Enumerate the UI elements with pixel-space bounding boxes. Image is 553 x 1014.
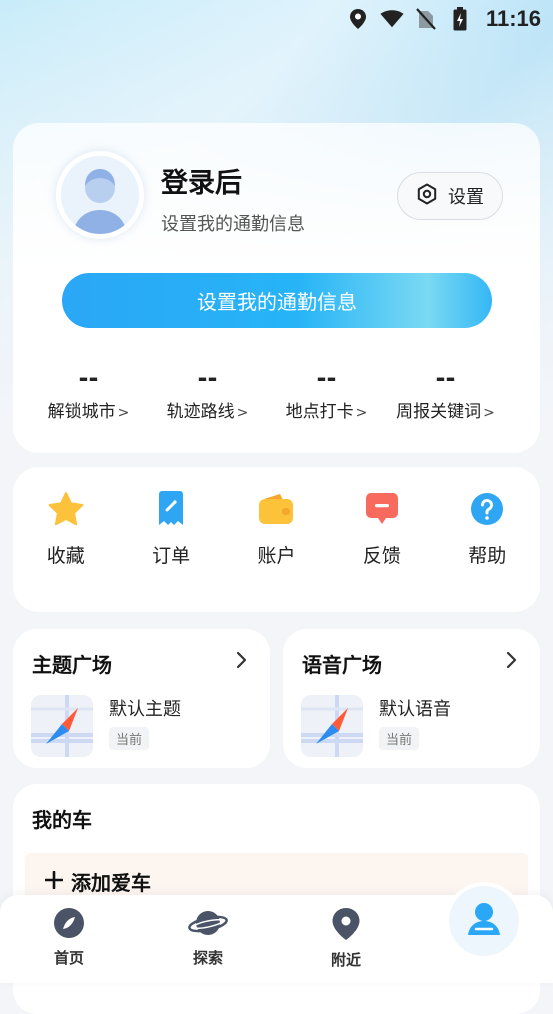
avatar[interactable] [61, 156, 139, 234]
voice-thumbnail [301, 695, 363, 757]
action-label: 收藏 [46, 545, 85, 567]
help-icon [467, 489, 507, 529]
voice-name: 默认语音 [379, 699, 451, 720]
chevron-right-icon: > [355, 405, 368, 421]
theme-name: 默认主题 [109, 699, 181, 720]
stat-value: -- [78, 364, 99, 392]
current-badge: 当前 [109, 727, 150, 750]
stats-row: -- 解锁城市 > -- 轨迹路线 > -- 地点打卡 > -- 周报关键词 > [29, 363, 529, 422]
star-icon [46, 489, 86, 529]
theme-plaza-card[interactable]: 主题广场 默认主题 当前 [13, 629, 270, 768]
nav-label: 首页 [53, 949, 84, 967]
order-icon [151, 489, 191, 529]
user-icon [467, 901, 501, 941]
nav-label: 附近 [330, 951, 361, 969]
add-car-label: 添加爱车 [71, 871, 151, 895]
theme-plaza-title: 主题广场 [32, 653, 112, 677]
account-button[interactable]: 账户 [224, 489, 329, 568]
nav-nearby[interactable]: 附近 [306, 907, 386, 970]
action-label: 反馈 [362, 545, 401, 567]
action-label: 订单 [152, 545, 191, 567]
compass-icon [53, 907, 85, 943]
stat-label: 轨迹路线 [166, 402, 235, 422]
orders-button[interactable]: 订单 [118, 489, 223, 568]
current-badge: 当前 [379, 727, 420, 750]
chevron-right-icon: > [483, 405, 495, 421]
location-pin-icon [331, 907, 361, 945]
login-subtitle: 设置我的通勤信息 [161, 214, 305, 235]
location-icon [346, 5, 370, 33]
status-time: 11:16 [485, 6, 541, 31]
voice-plaza-card[interactable]: 语音广场 默认语音 当前 [283, 629, 540, 768]
stat-value: -- [435, 364, 456, 392]
help-button[interactable]: 帮助 [435, 489, 540, 568]
nav-label: 探索 [192, 949, 223, 967]
theme-thumbnail [31, 695, 93, 757]
settings-button[interactable]: 设置 [397, 172, 503, 220]
stat-label: 周报关键词 [396, 402, 482, 422]
plus-icon [44, 870, 64, 894]
settings-label: 设置 [448, 187, 484, 208]
feedback-icon [362, 489, 402, 529]
no-sim-icon [414, 5, 438, 33]
action-label: 帮助 [468, 545, 507, 567]
stat-value: -- [197, 364, 218, 392]
nav-home[interactable]: 首页 [29, 907, 109, 968]
settings-icon [416, 183, 438, 210]
status-bar: 11:16 [0, 0, 553, 38]
chevron-right-icon[interactable] [506, 651, 518, 673]
quick-actions-card: 收藏 订单 账户 反馈 帮助 [13, 467, 540, 612]
stat-value: -- [316, 364, 337, 392]
chevron-right-icon: > [236, 405, 249, 421]
planet-icon [188, 907, 228, 943]
commute-setup-button[interactable]: 设置我的通勤信息 [62, 273, 492, 328]
feedback-button[interactable]: 反馈 [329, 489, 434, 568]
voice-plaza-title: 语音广场 [302, 653, 382, 677]
bottom-navigation: 首页 探索 附近 [0, 886, 553, 983]
chevron-right-icon[interactable] [236, 651, 248, 673]
wifi-icon [380, 5, 404, 33]
stat-weekly-keywords[interactable]: -- 周报关键词 > [386, 363, 505, 422]
stat-place-checkins[interactable]: -- 地点打卡 > [267, 363, 386, 422]
favorites-button[interactable]: 收藏 [13, 489, 118, 568]
battery-charging-icon [448, 5, 472, 33]
stat-label: 地点打卡 [285, 402, 354, 422]
profile-card: 登录后 设置我的通勤信息 设置 设置我的通勤信息 -- 解锁城市 > -- 轨迹路… [13, 123, 540, 453]
nav-me[interactable] [449, 886, 519, 956]
wallet-icon [256, 489, 296, 529]
my-car-title: 我的车 [32, 808, 92, 832]
stat-label: 解锁城市 [47, 402, 116, 422]
chevron-right-icon: > [117, 405, 130, 421]
nav-explore[interactable]: 探索 [168, 907, 248, 968]
stat-track-routes[interactable]: -- 轨迹路线 > [148, 363, 267, 422]
stat-unlocked-cities[interactable]: -- 解锁城市 > [29, 363, 148, 422]
action-label: 账户 [257, 545, 296, 567]
login-title[interactable]: 登录后 [161, 161, 242, 200]
